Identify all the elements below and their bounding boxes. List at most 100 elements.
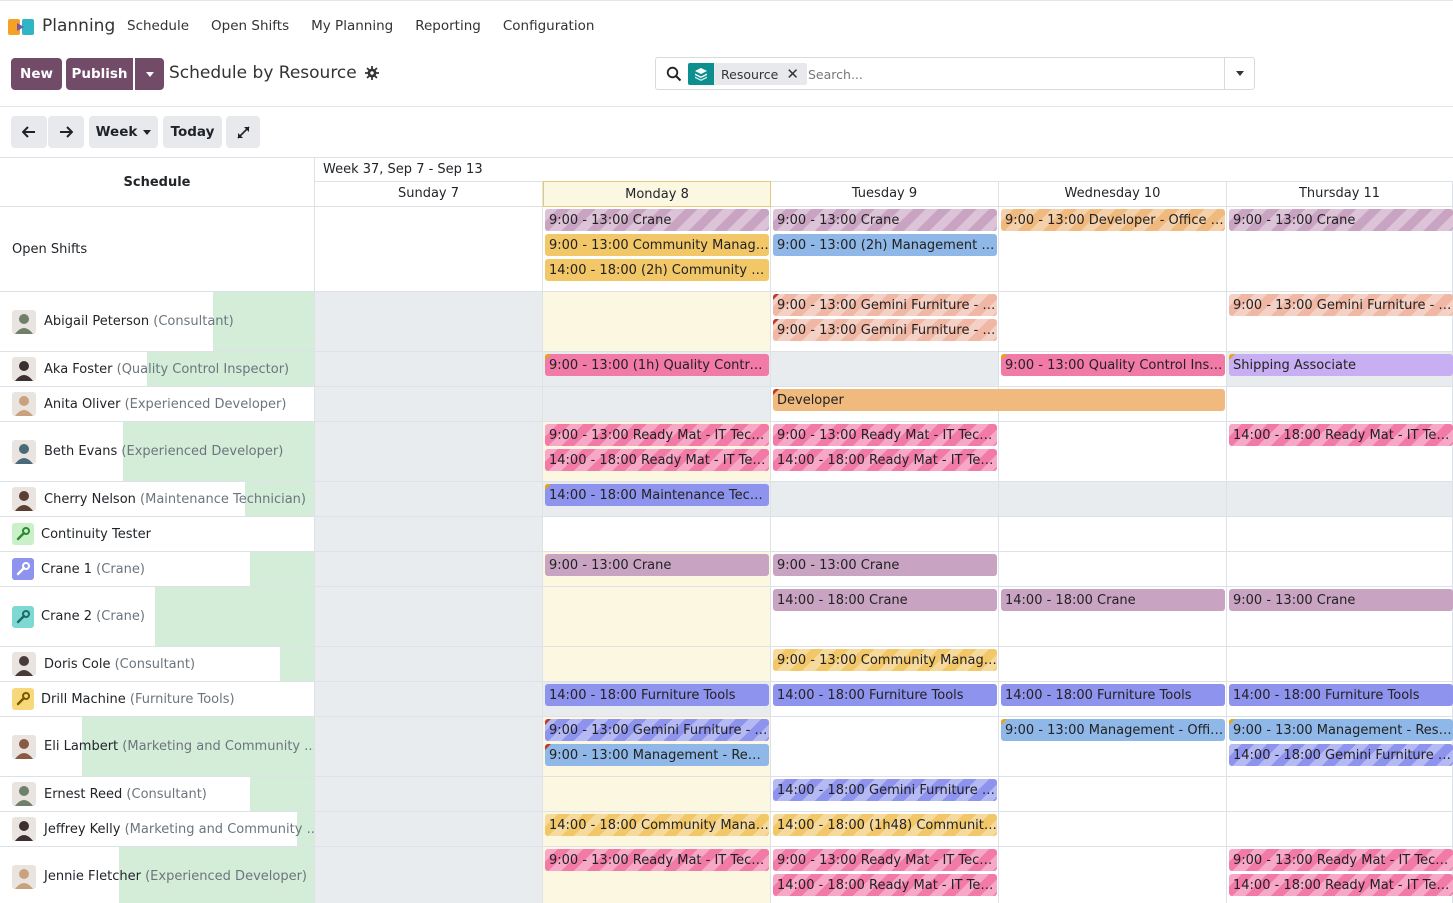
row-label-0[interactable]: Open Shifts — [0, 207, 315, 292]
gantt-cell[interactable] — [315, 847, 543, 903]
shift-pill[interactable]: 9:00 - 13:00 Ready Mat - IT Techn... — [1229, 849, 1453, 871]
shift-pill[interactable]: 9:00 - 13:00 Crane — [545, 209, 769, 231]
row-label-8[interactable]: Crane 2 (Crane) — [0, 587, 315, 647]
shift-pill[interactable]: 14:00 - 18:00 Ready Mat - IT Tech... — [1229, 424, 1453, 446]
shift-pill[interactable]: 14:00 - 18:00 Ready Mat - IT Tech... — [1229, 874, 1453, 896]
gantt-cell[interactable] — [315, 387, 543, 422]
gantt-cell[interactable] — [999, 647, 1227, 682]
gantt-cell[interactable] — [543, 292, 771, 352]
close-icon[interactable]: ✕ — [784, 63, 807, 85]
shift-pill[interactable]: 9:00 - 13:00 Crane — [773, 554, 997, 576]
gantt-cell[interactable] — [1227, 647, 1453, 682]
row-label-6[interactable]: Continuity Tester — [0, 517, 315, 552]
shift-pill[interactable]: 14:00 - 18:00 Ready Mat - IT Tech... — [545, 449, 769, 471]
gantt-cell[interactable] — [999, 777, 1227, 812]
gantt-cell[interactable] — [315, 352, 543, 387]
gantt-cell[interactable] — [1227, 552, 1453, 587]
shift-pill[interactable]: Shipping Associate — [1229, 354, 1453, 376]
scale-dropdown[interactable]: Week — [89, 116, 158, 148]
gantt-cell[interactable] — [999, 517, 1227, 552]
gantt-cell[interactable] — [1227, 812, 1453, 847]
shift-pill[interactable]: 14:00 - 18:00 Furniture Tools — [545, 684, 769, 706]
shift-pill[interactable]: 9:00 - 13:00 Gemini Furniture - Fu... — [773, 294, 997, 316]
gantt-cell[interactable] — [543, 387, 771, 422]
shift-pill[interactable]: 9:00 - 13:00 Gemini Furniture - Fu... — [1229, 294, 1453, 316]
gantt-cell[interactable] — [543, 517, 771, 552]
shift-pill[interactable]: 14:00 - 18:00 Crane — [1001, 589, 1225, 611]
gantt-cell[interactable] — [315, 777, 543, 812]
app-name[interactable]: Planning — [42, 16, 115, 36]
search-options-toggle[interactable] — [1224, 58, 1254, 89]
menu-my-planning[interactable]: My Planning — [311, 18, 393, 34]
next-button[interactable] — [48, 116, 84, 148]
shift-pill[interactable]: 14:00 - 18:00 Furniture Tools — [1001, 684, 1225, 706]
row-label-3[interactable]: Anita Oliver (Experienced Developer) — [0, 387, 315, 422]
shift-pill[interactable]: 9:00 - 13:00 Community Manager — [545, 234, 769, 256]
gantt-cell[interactable] — [999, 482, 1227, 517]
shift-pill[interactable]: 9:00 - 13:00 Ready Mat - IT Techn... — [545, 424, 769, 446]
row-label-5[interactable]: Cherry Nelson (Maintenance Technician) — [0, 482, 315, 517]
shift-pill[interactable]: 9:00 - 13:00 Crane — [773, 209, 997, 231]
gantt-cell[interactable] — [315, 292, 543, 352]
gantt-cell[interactable] — [315, 647, 543, 682]
shift-pill[interactable]: 14:00 - 18:00 Furniture Tools — [773, 684, 997, 706]
shift-pill[interactable]: 9:00 - 13:00 Ready Mat - IT Techn... — [545, 849, 769, 871]
gantt-cell[interactable] — [999, 812, 1227, 847]
gantt-cell[interactable] — [1227, 482, 1453, 517]
search-input[interactable] — [808, 64, 1208, 84]
today-button[interactable]: Today — [163, 116, 222, 148]
menu-configuration[interactable]: Configuration — [503, 18, 595, 34]
gantt-cell[interactable] — [543, 777, 771, 812]
menu-schedule[interactable]: Schedule — [127, 18, 189, 34]
shift-pill[interactable]: Developer — [773, 389, 1225, 411]
shift-pill[interactable]: 9:00 - 13:00 Community Manager... — [773, 649, 997, 671]
gantt-cell[interactable] — [999, 552, 1227, 587]
gantt-cell[interactable] — [315, 812, 543, 847]
shift-pill[interactable]: 9:00 - 13:00 Management - Offic... — [1001, 719, 1225, 741]
shift-pill[interactable]: 9:00 - 13:00 Management - Resea... — [1229, 719, 1453, 741]
shift-pill[interactable]: 9:00 - 13:00 Crane — [545, 554, 769, 576]
row-label-9[interactable]: Doris Cole (Consultant) — [0, 647, 315, 682]
gantt-cell[interactable] — [315, 682, 543, 717]
shift-pill[interactable]: 14:00 - 18:00 Maintenance Techni... — [545, 484, 769, 506]
gantt-cell[interactable] — [315, 207, 543, 292]
row-label-1[interactable]: Abigail Peterson (Consultant) — [0, 292, 315, 352]
gantt-cell[interactable] — [315, 552, 543, 587]
row-label-11[interactable]: Eli Lambert (Marketing and Community ... — [0, 717, 315, 777]
gantt-cell[interactable] — [771, 517, 999, 552]
gantt-cell[interactable] — [1227, 387, 1453, 422]
gantt-cell[interactable] — [1227, 777, 1453, 812]
gantt-cell[interactable] — [999, 292, 1227, 352]
shift-pill[interactable]: 9:00 - 13:00 Crane — [1229, 209, 1453, 231]
shift-pill[interactable]: 9:00 - 13:00 Management - Reno... — [545, 744, 769, 766]
row-label-14[interactable]: Jennie Fletcher (Experienced Developer) — [0, 847, 315, 903]
menu-reporting[interactable]: Reporting — [415, 18, 481, 34]
row-label-7[interactable]: Crane 1 (Crane) — [0, 552, 315, 587]
publish-button[interactable]: Publish — [66, 58, 133, 90]
shift-pill[interactable]: 14:00 - 18:00 Ready Mat - IT Tech... — [773, 449, 997, 471]
shift-pill[interactable]: 9:00 - 13:00 Gemini Furniture - W... — [545, 719, 769, 741]
shift-pill[interactable]: 9:00 - 13:00 Developer - Office D... — [1001, 209, 1225, 231]
gantt-cell[interactable] — [315, 717, 543, 777]
shift-pill[interactable]: 9:00 - 13:00 Ready Mat - IT Techn... — [773, 424, 997, 446]
row-label-4[interactable]: Beth Evans (Experienced Developer) — [0, 422, 315, 482]
shift-pill[interactable]: 9:00 - 13:00 Ready Mat - IT Techn... — [773, 849, 997, 871]
gantt-cell[interactable] — [999, 847, 1227, 903]
publish-dropdown-toggle[interactable] — [135, 58, 164, 90]
shift-pill[interactable]: 14:00 - 18:00 (2h) Community Ma... — [545, 259, 769, 281]
gantt-cell[interactable] — [771, 717, 999, 777]
planning-app-icon[interactable] — [8, 17, 34, 37]
shift-pill[interactable]: 14:00 - 18:00 Gemini Furniture - ... — [1229, 744, 1453, 766]
previous-button[interactable] — [11, 116, 47, 148]
shift-pill[interactable]: 9:00 - 13:00 (2h) Management - R... — [773, 234, 997, 256]
shift-pill[interactable]: 9:00 - 13:00 Gemini Furniture - Fu... — [773, 319, 997, 341]
gantt-cell[interactable] — [771, 352, 999, 387]
shift-pill[interactable]: 14:00 - 18:00 Furniture Tools — [1229, 684, 1453, 706]
row-label-12[interactable]: Ernest Reed (Consultant) — [0, 777, 315, 812]
gantt-cell[interactable] — [543, 647, 771, 682]
row-label-2[interactable]: Aka Foster (Quality Control Inspector) — [0, 352, 315, 387]
new-button[interactable]: New — [11, 58, 62, 90]
shift-pill[interactable]: 14:00 - 18:00 Ready Mat - IT Tech... — [773, 874, 997, 896]
gantt-cell[interactable] — [999, 422, 1227, 482]
gear-icon[interactable] — [364, 66, 379, 80]
